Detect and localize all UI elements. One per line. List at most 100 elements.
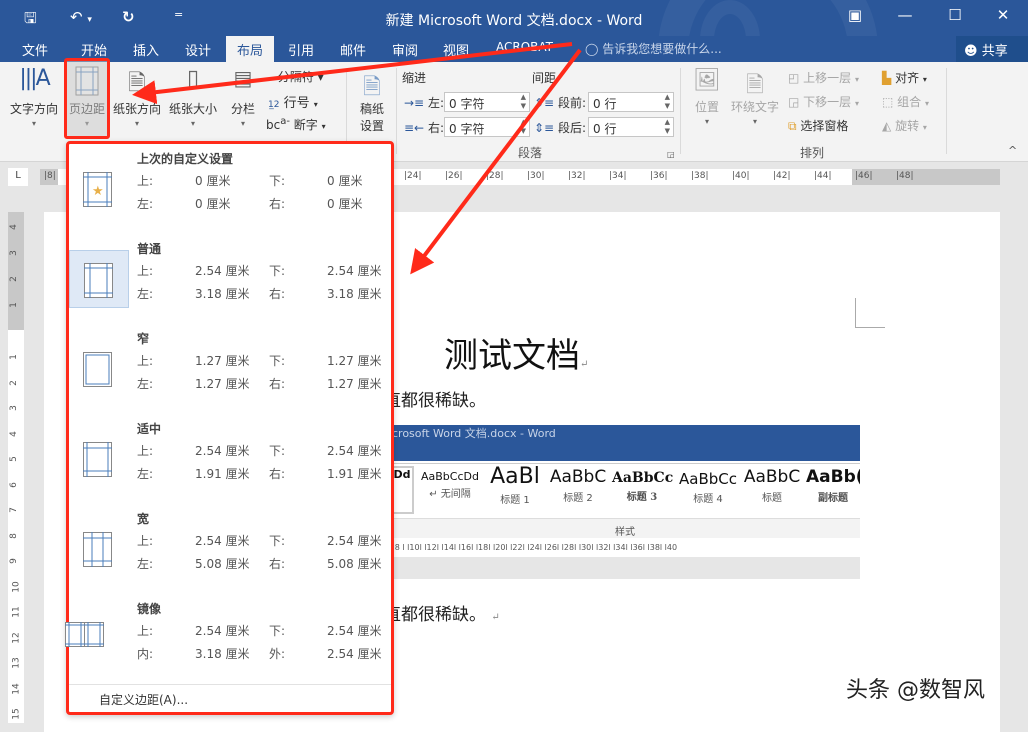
spinner-arrows[interactable]: ▲ ▼	[665, 118, 670, 136]
lightbulb-icon: ◯	[585, 42, 603, 56]
tab-review[interactable]: 审阅	[392, 40, 418, 59]
size-label: 纸张大小	[168, 102, 217, 116]
collapse-ribbon-icon[interactable]: ^	[1008, 144, 1017, 157]
spacing-before-icon: ⇕≡	[534, 96, 555, 110]
option-title: 适中	[137, 422, 162, 436]
margin-option-last-custom[interactable]: ★ 上次的自定义设置 上: 0 厘米 下: 0 厘米 左: 0 厘米 右: 0 厘米	[69, 144, 391, 234]
spacing-before-text: 段前:	[557, 96, 586, 110]
spinner-arrows[interactable]: ▲ ▼	[521, 118, 526, 136]
indent-left-input[interactable]: 0 字符 ▲ ▼	[444, 92, 530, 112]
margin-option-narrow[interactable]: 窄 上: 1.27 厘米 下: 1.27 厘米 左: 1.27 厘米 右: 1.27 厘米	[69, 324, 391, 414]
style-item[interactable]: AaBl 标题 1	[485, 464, 545, 506]
ribbon-display-options-icon[interactable]: ▣	[840, 6, 870, 24]
spacing-after-input[interactable]: 0 行 ▲ ▼	[588, 117, 674, 137]
paragraph-group-label: 段落	[518, 146, 543, 160]
embedded-background	[390, 557, 860, 579]
document-title-text: 测试文档	[444, 336, 580, 376]
vertical-ruler[interactable]: 4 3 2 1 1 2 3 4 5 6 7 8 9 10 11 12 13 14 15	[8, 212, 24, 723]
spinner-arrows[interactable]: ▲ ▼	[521, 93, 526, 111]
ruler-tick-label: |38|	[691, 171, 709, 181]
tab-layout[interactable]: 布局	[226, 36, 275, 62]
style-item[interactable]: AaBbCcDd ↵ 无间隔	[420, 470, 480, 500]
style-item[interactable]: AaBbC 标题	[742, 467, 802, 504]
arrange-group-label: 排列	[800, 146, 825, 160]
right-label: 右:	[269, 467, 286, 481]
top-label: 上:	[137, 534, 154, 548]
document-paragraph[interactable]: 直都很稀缺。	[384, 386, 486, 411]
tab-selector[interactable]: L	[8, 168, 28, 186]
margin-option-mirrored[interactable]: 镜像 上: 2.54 厘米 下: 2.54 厘米 内: 3.18 厘米 外: 2.54 厘米	[65, 594, 391, 684]
ruler-tick-label: |46|	[855, 171, 873, 181]
tab-design[interactable]: 设计	[185, 40, 211, 59]
position-button[interactable]: 🖼 位置 ▾	[690, 68, 724, 126]
spinner-arrows[interactable]: ▲ ▼	[665, 93, 670, 111]
breaks-icon: ⎯	[268, 70, 278, 84]
text-direction-button[interactable]: |||A 文字方向 ▾	[6, 66, 62, 128]
tab-file[interactable]: 文件	[22, 40, 48, 59]
spacing-before-input[interactable]: 0 行 ▲ ▼	[588, 92, 674, 112]
hyphenation-icon: bca-	[266, 116, 290, 132]
tab-view[interactable]: 视图	[443, 40, 469, 59]
align-label: 对齐	[895, 71, 920, 85]
spacing-after-text: 段后:	[557, 121, 586, 135]
margin-option-moderate[interactable]: 适中 上: 2.54 厘米 下: 2.54 厘米 左: 1.91 厘米 右: 1.91 厘米	[69, 414, 391, 504]
minimize-icon[interactable]: —	[890, 6, 920, 24]
selection-pane-button[interactable]: ⧉ 选择窗格	[788, 117, 848, 134]
group-objects-button[interactable]: ⬚ 组合 ▾	[882, 93, 929, 110]
close-icon[interactable]: ✕	[988, 6, 1018, 24]
size-button[interactable]: ▯ 纸张大小 ▾	[166, 66, 220, 128]
hyphenation-button[interactable]: bca- 断字 ▾	[266, 116, 326, 133]
bring-forward-button[interactable]: ◰ 上移一层 ▾	[788, 69, 859, 86]
maximize-icon[interactable]: ☐	[940, 6, 970, 24]
ruler-tick-label: |28|	[486, 171, 504, 181]
wrap-text-button[interactable]: 🗎 环绕文字 ▾	[728, 68, 782, 126]
document-paragraph[interactable]: 直都很稀缺。 ↵	[384, 600, 500, 625]
tab-references[interactable]: 引用	[288, 40, 314, 59]
tell-me-search[interactable]: ◯ 告诉我您想要做什么...	[585, 40, 722, 57]
indent-right-icon: ≡←	[404, 121, 425, 135]
watermark: 头条 @数智风	[846, 678, 985, 703]
margin-option-normal[interactable]: 普通 上: 2.54 厘米 下: 2.54 厘米 左: 3.18 厘米 右: 3.18 厘米	[69, 234, 391, 324]
bottom-label: 下:	[269, 624, 286, 638]
style-item[interactable]: AaBbCc 标题 3	[612, 470, 673, 503]
style-item[interactable]: AaBb(副标题	[806, 467, 860, 504]
spacing-after-value: 0 行	[593, 122, 617, 136]
document-title[interactable]: 测试文档↵	[444, 328, 588, 377]
style-sample: AaBb(	[806, 467, 860, 487]
style-sample: AaBbC	[743, 467, 801, 487]
left-value: 1.91 厘米	[195, 467, 250, 481]
line-numbers-label: 行号	[283, 96, 310, 111]
indent-label: 缩进	[402, 71, 427, 85]
columns-button[interactable]: ▤ 分栏 ▾	[226, 66, 260, 128]
page-corner-mark	[855, 298, 885, 328]
vertical-scrollbar[interactable]	[1000, 188, 1028, 723]
manuscript-settings-button[interactable]: 🗎 稿纸 设置	[356, 70, 388, 134]
columns-icon: ▤	[233, 66, 253, 90]
orientation-button[interactable]: 🗎 纸张方向 ▾	[110, 66, 164, 128]
tab-home[interactable]: 开始	[81, 40, 107, 59]
custom-margins-button[interactable]: 自定义边距(A)...	[69, 684, 391, 714]
send-backward-button[interactable]: ◲ 下移一层 ▾	[788, 93, 859, 110]
style-item[interactable]: AaBbC 标题 2	[548, 467, 608, 504]
share-button[interactable]: ☻ 共享	[956, 36, 1028, 62]
align-button[interactable]: ▙ 对齐 ▾	[882, 69, 927, 86]
tab-mailings[interactable]: 邮件	[340, 40, 366, 59]
tab-insert[interactable]: 插入	[133, 40, 159, 59]
option-title: 上次的自定义设置	[137, 152, 234, 166]
top-label: 上:	[137, 444, 154, 458]
style-item[interactable]: AaBbCc 标题 4	[676, 470, 740, 505]
indent-left-text: 左:	[427, 96, 444, 110]
style-sample: AaBl	[490, 464, 540, 489]
ruler-margin-right	[852, 169, 1000, 185]
margin-option-wide[interactable]: 宽 上: 2.54 厘米 下: 2.54 厘米 左: 5.08 厘米 右: 5.08 厘米	[69, 504, 391, 594]
selection-pane-icon: ⧉	[788, 119, 797, 133]
paragraph-dialog-launcher-icon[interactable]: ◲	[667, 150, 675, 159]
tab-acrobat[interactable]: ACROBAT	[496, 40, 553, 54]
ruler-tick-label: 6	[8, 481, 19, 488]
breaks-button[interactable]: ⎯ 分隔符 ▾	[268, 68, 324, 85]
chevron-down-icon: ▾	[31, 119, 36, 128]
top-label: 上:	[137, 174, 154, 188]
line-numbers-button[interactable]: 1̲2 行号 ▾	[268, 92, 318, 111]
rotate-button[interactable]: ◭ 旋转 ▾	[882, 117, 927, 134]
indent-right-input[interactable]: 0 字符 ▲ ▼	[444, 117, 530, 137]
